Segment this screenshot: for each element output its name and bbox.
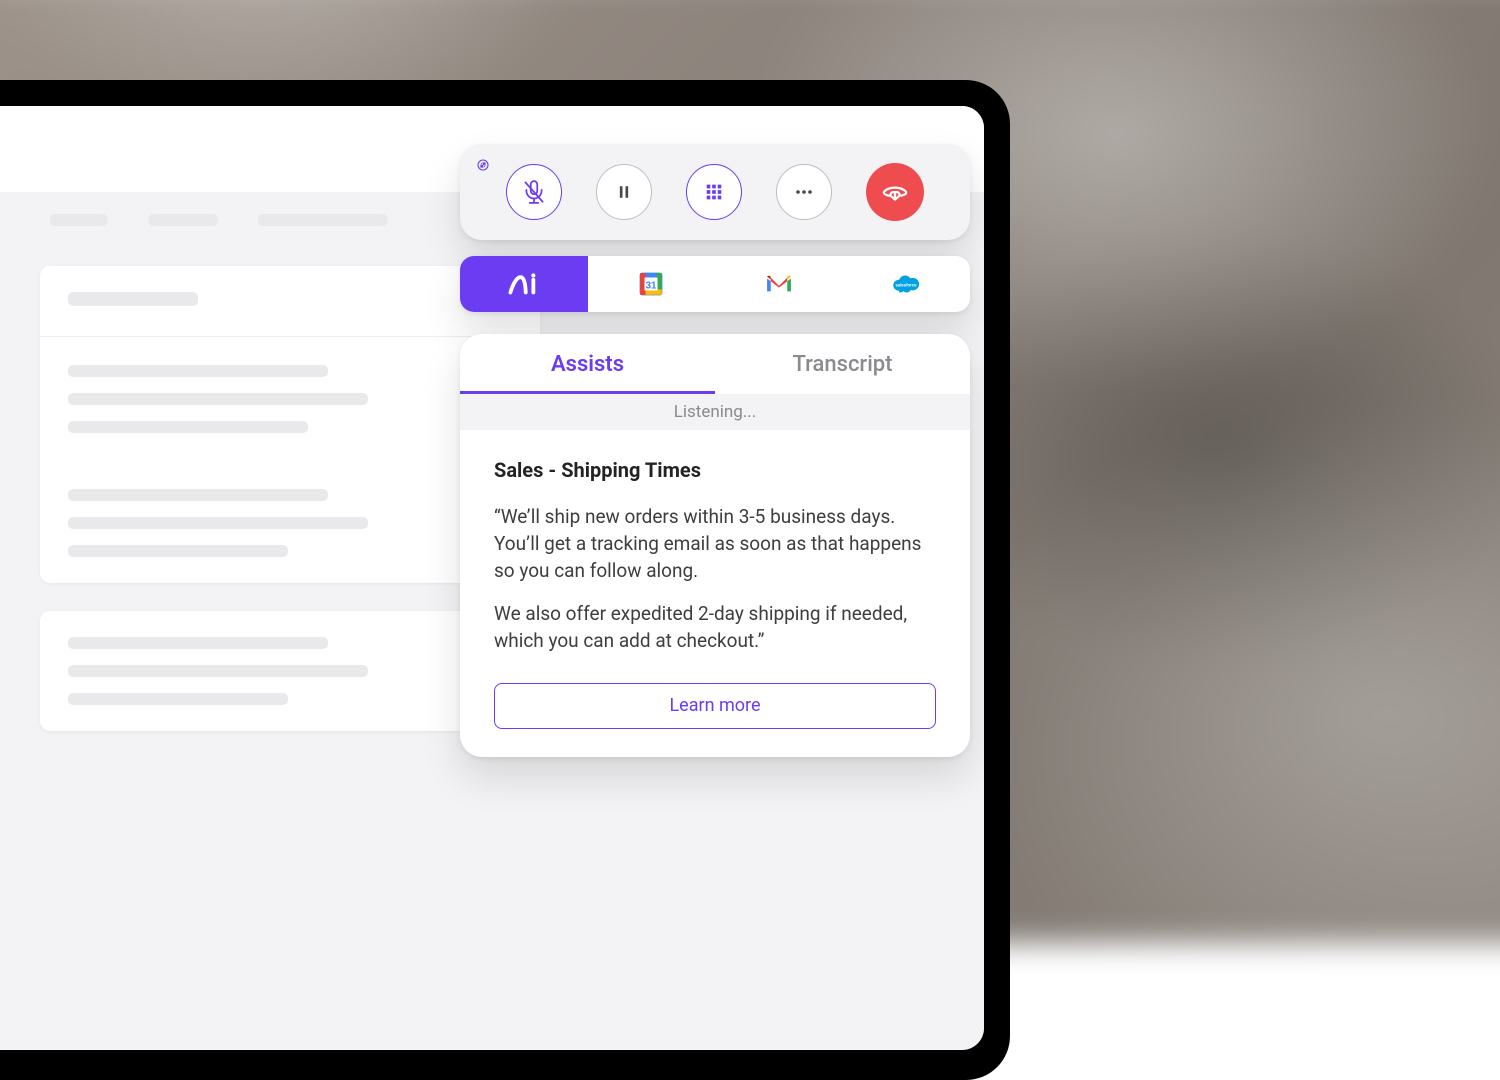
placeholder-bar bbox=[68, 693, 288, 705]
placeholder-bar bbox=[68, 489, 328, 501]
placeholder-bar bbox=[68, 365, 328, 377]
svg-text:salesforce: salesforce bbox=[896, 283, 918, 288]
placeholder-bar bbox=[68, 393, 368, 405]
dialpad-icon bbox=[703, 181, 725, 203]
placeholder-bar bbox=[68, 421, 308, 433]
pause-icon bbox=[614, 182, 634, 202]
assist-card: Sales - Shipping Times “We’ll ship new o… bbox=[460, 430, 970, 729]
salesforce-icon: salesforce bbox=[889, 272, 923, 296]
listening-status: Listening... bbox=[460, 394, 970, 430]
tab-assists[interactable]: Assists bbox=[460, 334, 715, 394]
hangup-button[interactable] bbox=[866, 163, 924, 221]
call-control-bar bbox=[460, 144, 970, 240]
placeholder-bar bbox=[68, 292, 198, 306]
integration-tab-salesforce[interactable]: salesforce bbox=[843, 256, 971, 312]
assist-card-paragraph: We also offer expedited 2-day shipping i… bbox=[494, 601, 936, 655]
placeholder-bar bbox=[68, 637, 328, 649]
placeholder-bar bbox=[258, 214, 388, 226]
integration-tab-calendar[interactable]: 31 bbox=[588, 256, 716, 312]
google-calendar-icon: 31 bbox=[638, 271, 664, 297]
pause-button[interactable] bbox=[596, 164, 652, 220]
gmail-icon bbox=[764, 273, 794, 295]
assist-panel: Assists Transcript Listening... Sales - … bbox=[460, 334, 970, 757]
integration-tab-ai[interactable] bbox=[460, 256, 588, 312]
svg-text:31: 31 bbox=[646, 280, 657, 291]
microphone-off-icon bbox=[521, 179, 547, 205]
more-horizontal-icon bbox=[792, 180, 816, 204]
placeholder-bar bbox=[50, 214, 108, 226]
mute-button[interactable] bbox=[506, 164, 562, 220]
ai-logo-icon bbox=[507, 270, 541, 298]
assist-tabs: Assists Transcript bbox=[460, 334, 970, 394]
placeholder-bar bbox=[148, 214, 218, 226]
learn-more-button[interactable]: Learn more bbox=[494, 683, 936, 729]
app-screen: 31 salesforce bbox=[0, 106, 984, 1050]
integration-tabs: 31 salesforce bbox=[460, 256, 970, 312]
placeholder-bar bbox=[68, 545, 288, 557]
assist-card-paragraph: “We’ll ship new orders within 3-5 busine… bbox=[494, 504, 936, 585]
tab-transcript[interactable]: Transcript bbox=[715, 334, 970, 394]
more-options-button[interactable] bbox=[776, 164, 832, 220]
device-bezel: 31 salesforce bbox=[0, 80, 1010, 1080]
dialpad-button[interactable] bbox=[686, 164, 742, 220]
integration-tab-gmail[interactable] bbox=[715, 256, 843, 312]
phone-hangup-icon bbox=[880, 177, 910, 207]
expand-icon[interactable] bbox=[474, 156, 492, 174]
placeholder-bar bbox=[68, 517, 368, 529]
placeholder-bar bbox=[68, 665, 368, 677]
assist-card-title: Sales - Shipping Times bbox=[494, 458, 936, 482]
